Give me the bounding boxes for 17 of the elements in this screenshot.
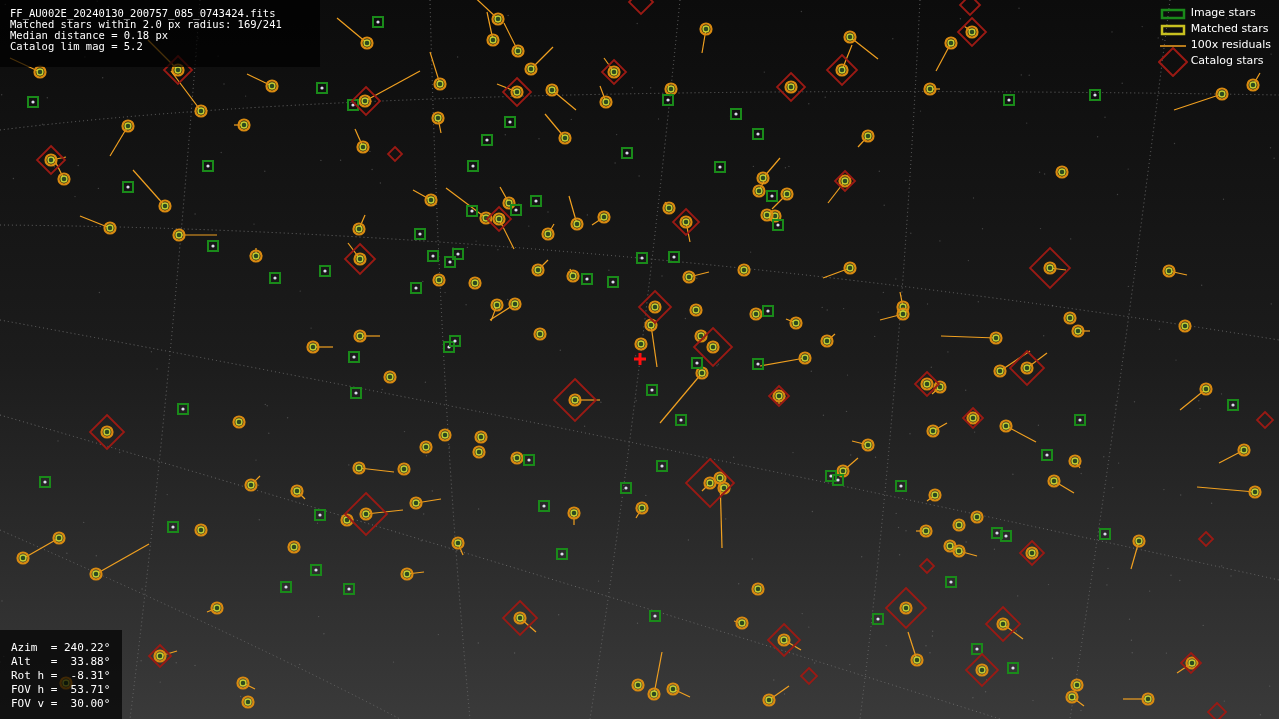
pointing-line: Alt = 33.88°: [11, 655, 112, 669]
legend-label: Matched stars: [1190, 21, 1269, 38]
pointing-line: Rot h = -8.31°: [11, 669, 112, 683]
info-line: Median distance = 0.18 px: [10, 30, 169, 41]
legend-label: Image stars: [1190, 5, 1256, 22]
rectangle-icon: [1159, 22, 1186, 37]
pointing-line: FOV h = 53.71°: [11, 683, 112, 697]
legend-label: Catalog stars: [1190, 53, 1264, 70]
rectangle-icon: [1159, 6, 1186, 21]
pointing-line: Azim = 240.22°: [11, 641, 112, 655]
info-line: Catalog lim mag = 5.2: [10, 41, 144, 52]
diamond-icon: [1157, 46, 1188, 77]
line-icon: [1159, 44, 1186, 47]
info-line: Matched stars within 2.0 px radius: 169/241: [10, 19, 283, 30]
info-line: FF_AU002E_20240130_200757_085_0743424.fits: [10, 8, 276, 19]
legend-label: 100x residuals: [1190, 37, 1271, 54]
pointing-line: FOV v = 30.00°: [11, 697, 112, 711]
